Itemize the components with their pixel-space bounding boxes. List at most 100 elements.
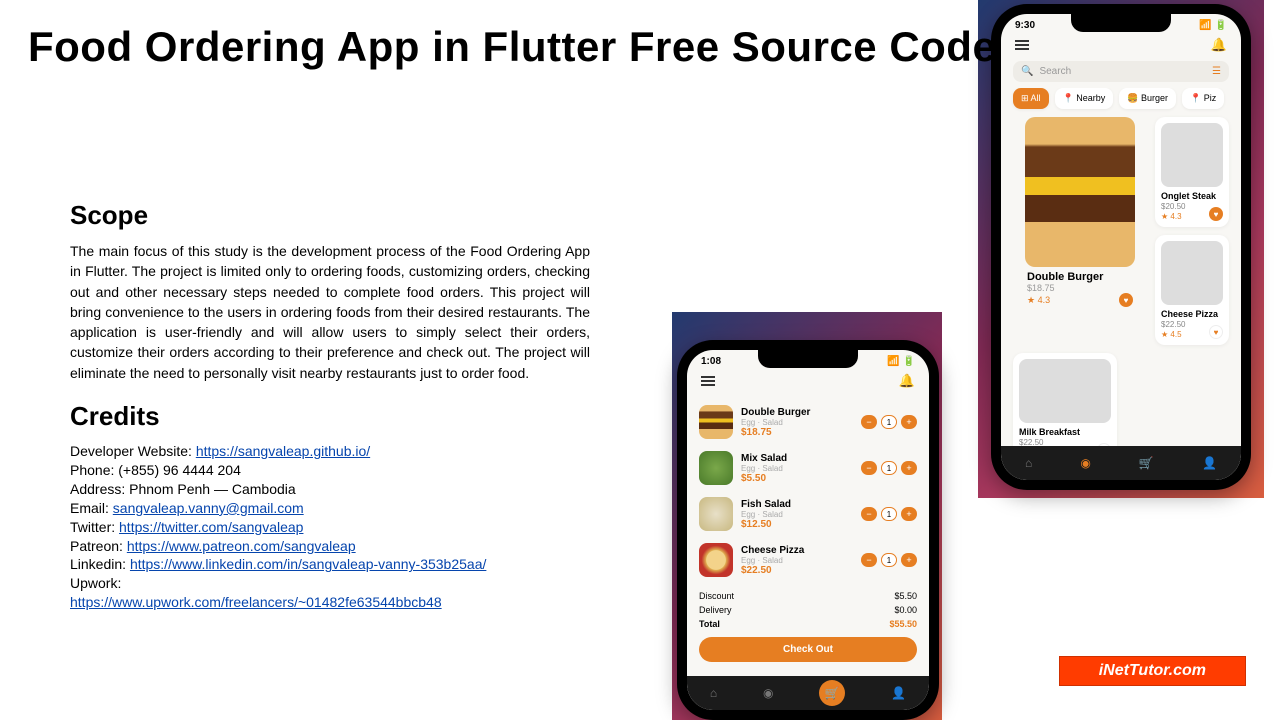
phone-mockup-cart: 1:08📶 🔋 🔔 Double BurgerEgg · Salad$18.75… <box>677 340 939 720</box>
nav-compass-icon[interactable]: ◉ <box>1080 456 1090 470</box>
hamburger-icon[interactable] <box>701 376 715 386</box>
delivery-label: Delivery <box>699 605 732 615</box>
featured-rating: ★ 4.3 <box>1027 295 1050 306</box>
credit-line: Address: Phnom Penh — Cambodia <box>70 480 590 499</box>
cart-item-name: Double Burger <box>741 407 853 418</box>
bottom-nav: ⌂ ◉ 🛒 👤 <box>1001 446 1241 480</box>
phone-notch <box>1071 14 1171 32</box>
qty-stepper: −1 + <box>861 553 917 567</box>
cart-item-name: Cheese Pizza <box>741 545 853 556</box>
credits-heading: Credits <box>70 401 590 432</box>
heart-icon[interactable]: ♥ <box>1119 293 1133 307</box>
qty-value: 1 <box>881 553 897 567</box>
cart-row: Double BurgerEgg · Salad$18.75−1+ <box>699 399 917 445</box>
cart-item-image <box>699 543 733 577</box>
phone-notch <box>758 350 858 368</box>
phone-mockup-browse: 9:30📶 🔋 🔔 🔍 Search☰ ⊞ All📍 Nearby🍔 Burge… <box>991 4 1251 490</box>
credit-line: Twitter: https://twitter.com/sangvaleap <box>70 518 590 537</box>
cart-item-sub: Egg · Salad <box>741 464 853 473</box>
bell-icon[interactable]: 🔔 <box>899 373 915 389</box>
search-placeholder: Search <box>1039 66 1071 77</box>
qty-plus[interactable]: + <box>901 415 917 429</box>
clock: 1:08 <box>701 356 721 367</box>
product-image <box>1161 123 1223 187</box>
qty-minus[interactable]: − <box>861 461 877 475</box>
app-topbar: 🔔 <box>687 369 929 395</box>
credit-link[interactable]: https://twitter.com/sangvaleap <box>119 519 303 535</box>
qty-stepper: −1 + <box>861 461 917 475</box>
side-cards: Onglet Steak$20.50★ 4.3♥ Cheese Pizza$22.… <box>1155 117 1229 345</box>
cart-item-price: $12.50 <box>741 519 853 530</box>
credit-line: Upwork: <box>70 574 590 593</box>
category-chip[interactable]: 📍 Nearby <box>1055 88 1114 109</box>
discount-value: $5.50 <box>894 591 917 601</box>
site-badge: iNetTutor.com <box>1059 656 1246 686</box>
cart-item-image <box>699 497 733 531</box>
credits-list: Developer Website: https://sangvaleap.gi… <box>70 442 590 612</box>
nav-home-icon[interactable]: ⌂ <box>710 686 717 700</box>
cart-item-sub: Egg · Salad <box>741 418 853 427</box>
credit-link[interactable]: sangvaleap.vanny@gmail.com <box>113 500 304 516</box>
delivery-value: $0.00 <box>894 605 917 615</box>
category-chip[interactable]: 🍔 Burger <box>1119 88 1176 109</box>
credit-link[interactable]: https://sangvaleap.github.io/ <box>196 443 370 459</box>
total-value: $55.50 <box>889 619 917 629</box>
category-chips: ⊞ All 📍 Nearby🍔 Burger 📍 Piz <box>1001 88 1241 117</box>
credit-link[interactable]: https://www.linkedin.com/in/sangvaleap-v… <box>130 556 486 572</box>
qty-plus[interactable]: + <box>901 461 917 475</box>
credit-line: https://www.upwork.com/freelancers/~0148… <box>70 593 590 612</box>
nav-home-icon[interactable]: ⌂ <box>1025 456 1032 470</box>
nav-cart-icon[interactable]: 🛒 <box>1139 456 1154 470</box>
product-title: Milk Breakfast <box>1019 427 1111 437</box>
qty-minus[interactable]: − <box>861 507 877 521</box>
order-summary: Discount$5.50 Delivery$0.00 Total$55.50 <box>699 589 917 631</box>
credit-line: Developer Website: https://sangvaleap.gi… <box>70 442 590 461</box>
nav-profile-icon[interactable]: 👤 <box>891 686 906 700</box>
credit-link[interactable]: https://www.upwork.com/freelancers/~0148… <box>70 594 442 610</box>
filter-icon[interactable]: ☰ <box>1212 66 1221 77</box>
checkout-button[interactable]: Check Out <box>699 637 917 662</box>
heart-icon[interactable]: ♥ <box>1209 325 1223 339</box>
bottom-nav: ⌂ ◉ 🛒 👤 <box>687 676 929 710</box>
qty-minus[interactable]: − <box>861 415 877 429</box>
cart-item-image <box>699 451 733 485</box>
cart-item-image <box>699 405 733 439</box>
featured-price: $18.75 <box>1027 283 1133 293</box>
credit-line: Patreon: https://www.patreon.com/sangval… <box>70 537 590 556</box>
credit-line: Email: sangvaleap.vanny@gmail.com <box>70 499 590 518</box>
featured-image[interactable] <box>1025 117 1135 267</box>
category-chip[interactable]: 📍 Piz <box>1182 88 1224 109</box>
cart-item-name: Fish Salad <box>741 499 853 510</box>
product-title: Cheese Pizza <box>1161 309 1223 319</box>
hamburger-icon[interactable] <box>1015 40 1029 50</box>
qty-value: 1 <box>881 415 897 429</box>
qty-value: 1 <box>881 461 897 475</box>
product-card[interactable]: Onglet Steak$20.50★ 4.3♥ <box>1155 117 1229 227</box>
credit-link[interactable]: https://www.patreon.com/sangvaleap <box>127 538 356 554</box>
qty-value: 1 <box>881 507 897 521</box>
product-card[interactable]: Cheese Pizza$22.50★ 4.5♥ <box>1155 235 1229 345</box>
nav-profile-icon[interactable]: 👤 <box>1202 456 1217 470</box>
category-chip[interactable]: ⊞ All <box>1013 88 1049 109</box>
credit-line: Phone: (+855) 96 4444 204 <box>70 461 590 480</box>
product-image <box>1019 359 1111 423</box>
search-input[interactable]: 🔍 Search☰ <box>1013 61 1229 82</box>
status-icons: 📶 🔋 <box>887 356 915 367</box>
cart-row: Fish SaladEgg · Salad$12.50−1 + <box>699 491 917 537</box>
qty-plus[interactable]: + <box>901 553 917 567</box>
cart-item-price: $5.50 <box>741 473 853 484</box>
nav-cart-icon[interactable]: 🛒 <box>819 680 845 706</box>
cart-item-name: Mix Salad <box>741 453 853 464</box>
product-title: Onglet Steak <box>1161 191 1223 201</box>
nav-compass-icon[interactable]: ◉ <box>763 686 773 700</box>
bell-icon[interactable]: 🔔 <box>1211 37 1227 53</box>
heart-icon[interactable]: ♥ <box>1209 207 1223 221</box>
clock: 9:30 <box>1015 20 1035 31</box>
qty-plus[interactable]: + <box>901 507 917 521</box>
qty-minus[interactable]: − <box>861 553 877 567</box>
cart-row: Cheese PizzaEgg · Salad$22.50−1+ <box>699 537 917 583</box>
product-image <box>1161 241 1223 305</box>
cart-item-sub: Egg · Salad <box>741 510 853 519</box>
featured-title: Double Burger <box>1027 271 1133 283</box>
cart-row: Mix SaladEgg · Salad$5.50−1 + <box>699 445 917 491</box>
